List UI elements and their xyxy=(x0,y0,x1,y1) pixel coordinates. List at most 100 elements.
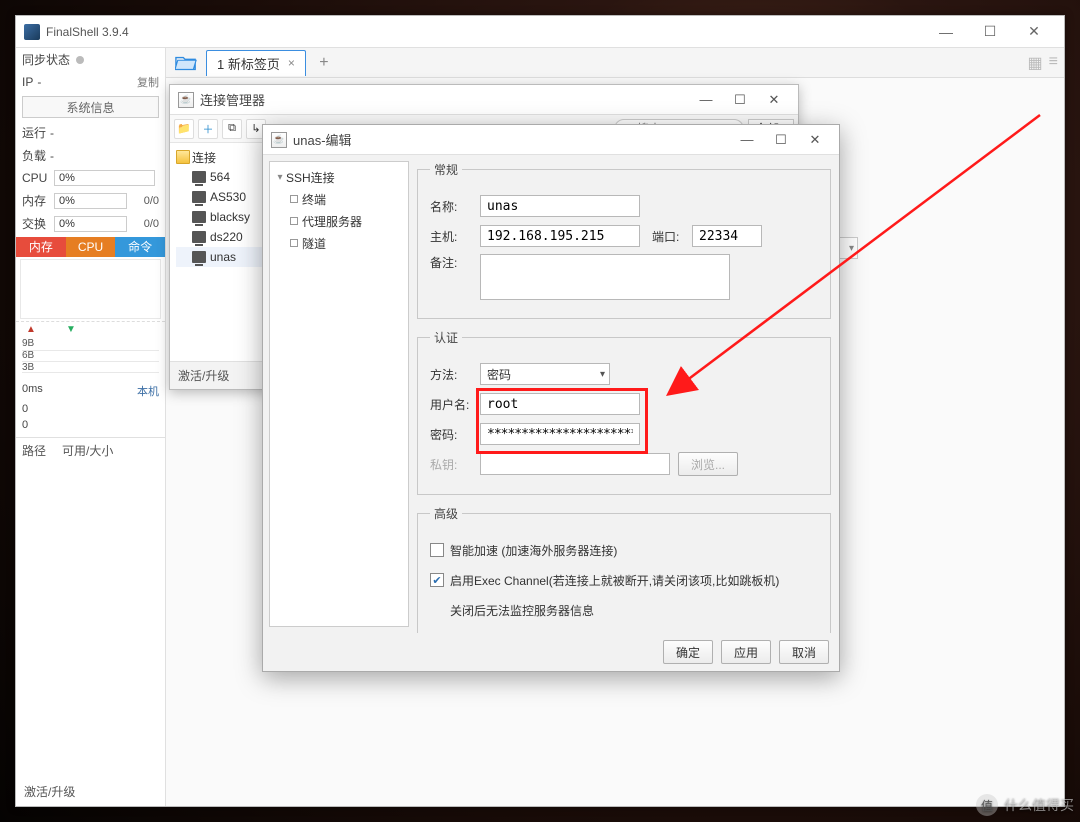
system-info-button[interactable] xyxy=(22,96,159,118)
mem-meter: 0% xyxy=(54,193,127,209)
conn-mgr-min-button[interactable]: — xyxy=(690,88,722,112)
privatekey-field xyxy=(480,453,670,475)
sidebar: 同步状态 IP - 复制 运行 - 负载 - CPU 0% xyxy=(16,48,166,806)
new-folder-icon[interactable]: 📁 xyxy=(174,119,194,139)
open-folder-icon[interactable] xyxy=(172,52,200,74)
opt-exec-label: 启用Exec Channel(若连接上就被断开,请关闭该项,比如跳板机) xyxy=(450,572,779,589)
java-icon: ☕ xyxy=(271,132,287,148)
load-value: - xyxy=(50,149,54,163)
editor-title: unas-编辑 xyxy=(293,130,352,149)
host-icon xyxy=(192,211,206,223)
username-field[interactable] xyxy=(480,393,640,415)
cpu-meter: 0% xyxy=(54,170,155,186)
tab-cpu[interactable]: CPU xyxy=(66,237,116,257)
conn-mgr-title: 连接管理器 xyxy=(200,90,265,109)
mem-label: 内存 xyxy=(22,192,50,209)
host-field[interactable] xyxy=(480,225,640,247)
label-password: 密码: xyxy=(430,426,480,443)
connection-editor-dialog: ☕ unas-编辑 — ☐ ✕ ▾SSH连接 终端 代理服务器 隧道 xyxy=(262,124,840,672)
host-icon xyxy=(192,251,206,263)
browse-button: 浏览... xyxy=(678,452,738,476)
ping-ms: 0ms xyxy=(22,383,43,399)
editor-close-button[interactable]: ✕ xyxy=(799,128,831,152)
host-icon xyxy=(192,171,206,183)
port-field[interactable] xyxy=(692,225,762,247)
ok-button[interactable]: 确定 xyxy=(663,640,713,664)
name-field[interactable] xyxy=(480,195,640,217)
host-icon xyxy=(192,231,206,243)
metric-tab-strip: 内存 CPU 命令 xyxy=(16,237,165,257)
new-connection-icon[interactable]: ＋ xyxy=(198,119,218,139)
label-note: 备注: xyxy=(430,254,480,271)
ip-value: - xyxy=(37,75,41,89)
label-port: 端口: xyxy=(652,228,692,245)
auth-method-select[interactable]: 密码 xyxy=(480,363,610,385)
metric-chart-area xyxy=(20,259,161,319)
content-area: 1 新标签页 × + ▦ ≡ ☕ 连接管理器 — ☐ ✕ xyxy=(166,48,1064,806)
nav-terminal[interactable]: 终端 xyxy=(272,188,406,210)
cancel-button[interactable]: 取消 xyxy=(779,640,829,664)
maximize-button[interactable]: ☐ xyxy=(968,17,1012,47)
copy-icon[interactable]: ⧉ xyxy=(222,119,242,139)
arrow-up-icon: ▲ xyxy=(26,324,36,335)
conn-mgr-max-button[interactable]: ☐ xyxy=(724,88,756,112)
sync-status-dot xyxy=(76,56,84,64)
main-window: FinalShell 3.9.4 — ☐ ✕ 同步状态 IP - 复制 运行 - xyxy=(15,15,1065,807)
label-username: 用户名: xyxy=(430,396,480,413)
tab-command[interactable]: 命令 xyxy=(115,237,165,257)
copy-link[interactable]: 复制 xyxy=(137,74,159,90)
conn-mgr-titlebar[interactable]: ☕ 连接管理器 — ☐ ✕ xyxy=(170,85,798,115)
label-name: 名称: xyxy=(430,198,480,215)
network-mini-chart: ▲ ▼ 9B 6B 3B xyxy=(16,321,165,381)
conn-mgr-close-button[interactable]: ✕ xyxy=(758,88,790,112)
col-size[interactable]: 可用/大小 xyxy=(62,442,113,459)
password-field[interactable] xyxy=(480,423,640,445)
editor-max-button[interactable]: ☐ xyxy=(765,128,797,152)
app-title: FinalShell 3.9.4 xyxy=(46,25,129,39)
editor-min-button[interactable]: — xyxy=(731,128,763,152)
label-privatekey: 私钥: xyxy=(430,456,480,473)
tab-close-icon[interactable]: × xyxy=(288,56,295,70)
list-view-icon[interactable]: ≡ xyxy=(1049,53,1058,73)
folder-icon xyxy=(176,150,190,164)
swap-label: 交换 xyxy=(22,215,50,232)
tab-new[interactable]: 1 新标签页 × xyxy=(206,50,306,76)
load-label: 负载 xyxy=(22,147,46,164)
checkbox-accel[interactable] xyxy=(430,543,444,557)
opt-exec-note: 关闭后无法监控服务器信息 xyxy=(450,602,594,619)
tab-memory[interactable]: 内存 xyxy=(16,237,66,257)
grid-view-icon[interactable]: ▦ xyxy=(1028,53,1043,73)
main-titlebar[interactable]: FinalShell 3.9.4 — ☐ ✕ xyxy=(16,16,1064,48)
run-label: 运行 xyxy=(22,124,46,141)
java-icon: ☕ xyxy=(178,92,194,108)
apply-button[interactable]: 应用 xyxy=(721,640,771,664)
note-field[interactable] xyxy=(480,254,730,300)
activate-link[interactable]: 激活/升级 xyxy=(16,777,165,806)
ping-host: 本机 xyxy=(137,383,159,399)
ip-label: IP xyxy=(22,75,33,89)
minimize-button[interactable]: — xyxy=(924,17,968,47)
host-icon xyxy=(192,191,206,203)
sync-status-label: 同步状态 xyxy=(22,51,70,68)
editor-titlebar[interactable]: ☕ unas-编辑 — ☐ ✕ xyxy=(263,125,839,155)
editor-footer: 确定 应用 取消 xyxy=(263,633,839,671)
watermark: 值 什么值得买 xyxy=(976,794,1074,816)
watermark-logo-icon: 值 xyxy=(976,794,998,816)
arrow-down-icon: ▼ xyxy=(66,324,76,335)
view-toggle: ▦ ≡ xyxy=(1028,53,1064,73)
close-button[interactable]: ✕ xyxy=(1012,17,1056,47)
nav-tunnel[interactable]: 隧道 xyxy=(272,232,406,254)
checkbox-exec[interactable]: ✔ xyxy=(430,573,444,587)
group-auth: 认证 方法: 密码 用户名: 密码: xyxy=(417,329,831,495)
mem-ratio: 0/0 xyxy=(131,195,159,207)
nav-proxy[interactable]: 代理服务器 xyxy=(272,210,406,232)
window-controls: — ☐ ✕ xyxy=(924,17,1056,47)
swap-ratio: 0/0 xyxy=(131,218,159,230)
tab-add-button[interactable]: + xyxy=(312,54,336,72)
group-advanced: 高级 智能加速 (加速海外服务器连接) ✔ 启用Exec Channel(若连接… xyxy=(417,505,831,633)
editor-nav-tree[interactable]: ▾SSH连接 终端 代理服务器 隧道 xyxy=(269,161,409,627)
group-general: 常规 名称: 主机: 端口: xyxy=(417,161,831,319)
col-path[interactable]: 路径 xyxy=(22,442,62,459)
tabs-row: 1 新标签页 × + ▦ ≡ xyxy=(166,48,1064,78)
run-value: - xyxy=(50,126,54,140)
